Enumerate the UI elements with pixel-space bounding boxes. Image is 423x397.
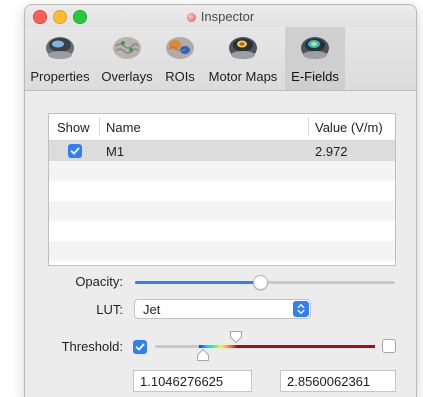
motor-maps-icon <box>229 37 257 59</box>
checkmark-icon <box>70 147 80 155</box>
window-title-wrap: Inspector <box>25 9 416 24</box>
threshold-high-knob[interactable] <box>229 330 243 344</box>
lut-select[interactable]: Jet <box>134 299 311 319</box>
threshold-slider-track[interactable] <box>155 345 375 348</box>
tab-motor-maps-label: Motor Maps <box>208 69 278 84</box>
threshold-enable-checkbox[interactable] <box>133 340 147 354</box>
table-row-empty <box>49 181 395 201</box>
threshold-low-field[interactable]: 1.1046276625 <box>133 370 252 392</box>
table-row[interactable]: M1 2.972 <box>49 141 395 161</box>
show-checkbox[interactable] <box>68 144 82 158</box>
opacity-label: Opacity: <box>75 274 123 289</box>
e-fields-table: Show Name Value (V/m) M1 2.972 <box>48 113 396 266</box>
table-row-empty <box>49 201 395 221</box>
table-row-empty <box>49 221 395 241</box>
threshold-label: Threshold: <box>61 339 123 354</box>
window-title: Inspector <box>200 9 255 24</box>
tab-e-fields[interactable]: E-Fields <box>285 27 345 90</box>
threshold-upper-checkbox[interactable] <box>382 339 396 353</box>
tab-rois[interactable]: ROIs <box>159 27 201 90</box>
title-bar: Inspector <box>25 5 416 27</box>
column-separator <box>99 118 100 136</box>
tab-motor-maps[interactable]: Motor Maps <box>201 27 285 90</box>
tab-properties-label: Properties <box>30 69 90 84</box>
table-row-empty <box>49 241 395 261</box>
row-name: M1 <box>106 144 125 159</box>
rois-icon <box>166 37 194 59</box>
table-header: Show Name Value (V/m) <box>49 114 395 141</box>
column-separator <box>308 118 309 136</box>
column-header-show[interactable]: Show <box>57 120 90 135</box>
column-header-name[interactable]: Name <box>106 120 141 135</box>
tab-properties[interactable]: Properties <box>25 27 95 90</box>
inspector-toolbar: Properties Overlays ROIs Motor Maps E-Fi… <box>25 27 416 91</box>
lut-select-arrows[interactable] <box>293 301 309 317</box>
threshold-high-field[interactable]: 2.8560062361 <box>280 370 396 392</box>
e-fields-panel: Show Name Value (V/m) M1 2.972 Opacity: … <box>25 91 416 397</box>
lut-label: LUT: <box>96 302 123 317</box>
opacity-slider-fill <box>135 281 260 284</box>
tab-overlays[interactable]: Overlays <box>95 27 159 90</box>
lut-selected-value: Jet <box>143 302 161 317</box>
row-value: 2.972 <box>315 144 348 159</box>
inspector-window: Inspector Properties Overlays ROIs Motor… <box>24 4 417 397</box>
tab-e-fields-label: E-Fields <box>291 69 339 84</box>
tab-overlays-label: Overlays <box>101 69 153 84</box>
properties-icon <box>46 37 74 59</box>
up-down-chevron-icon <box>297 304 305 314</box>
e-fields-icon <box>301 37 329 59</box>
threshold-low-knob[interactable] <box>196 348 210 362</box>
opacity-slider-knob[interactable] <box>252 275 268 290</box>
tab-rois-label: ROIs <box>165 69 195 84</box>
app-icon <box>186 13 196 22</box>
column-header-value[interactable]: Value (V/m) <box>315 120 383 135</box>
table-row-empty <box>49 161 395 181</box>
checkmark-icon <box>135 343 145 351</box>
threshold-band <box>236 345 375 348</box>
overlays-icon <box>113 37 141 59</box>
